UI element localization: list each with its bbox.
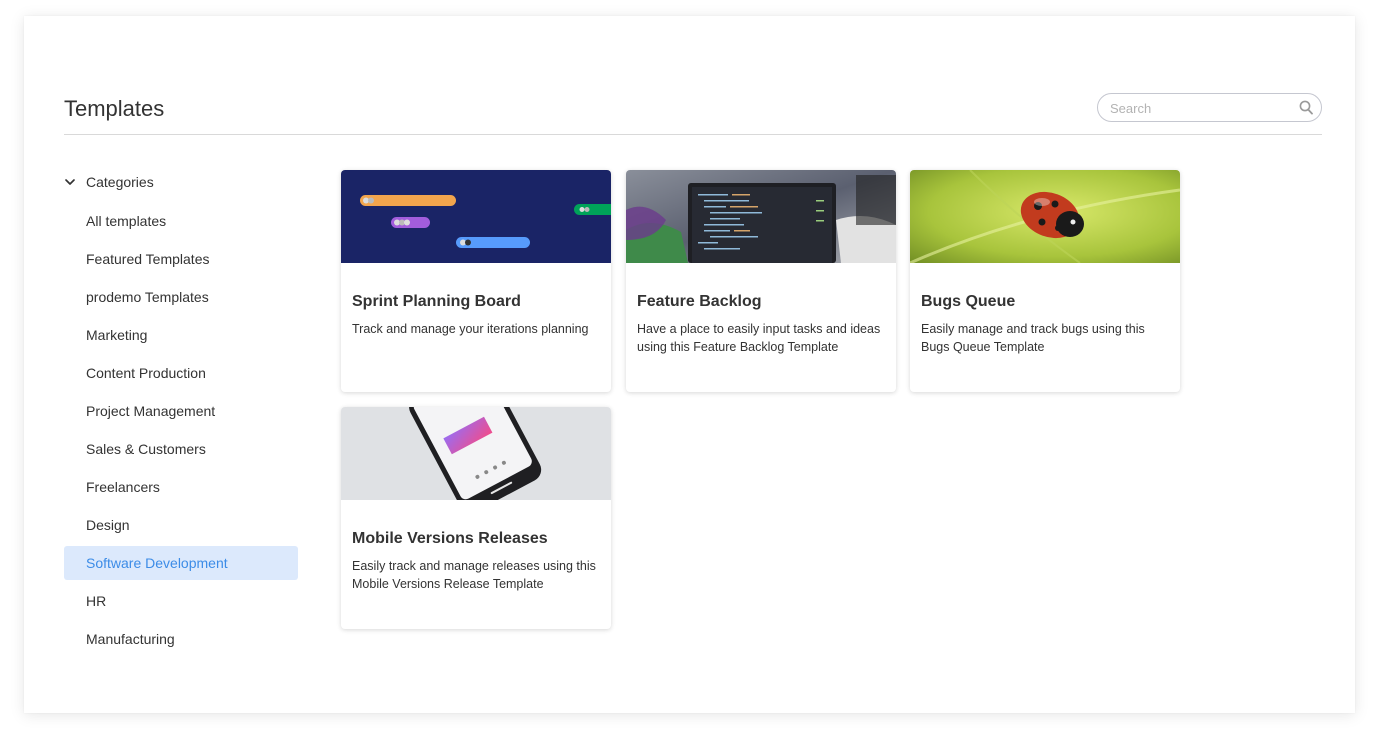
categories-sidebar: Categories All templates Featured Templa…	[64, 164, 298, 656]
templates-panel: Templates Categories All templates Featu…	[24, 16, 1355, 713]
sidebar-item-sales-customers[interactable]: Sales & Customers	[64, 432, 298, 466]
sidebar-item-marketing[interactable]: Marketing	[64, 318, 298, 352]
search-icon[interactable]	[1299, 100, 1313, 115]
categories-label: Categories	[86, 174, 154, 190]
ladybug-photo	[910, 170, 1180, 263]
card-title: Sprint Planning Board	[352, 293, 521, 310]
card-description: Have a place to easily input tasks and i…	[637, 322, 881, 354]
categories-toggle[interactable]: Categories	[64, 164, 298, 200]
template-card-sprint-planning[interactable]: Sprint Planning Board Track and manage y…	[341, 170, 611, 392]
sidebar-item-software-development[interactable]: Software Development	[64, 546, 298, 580]
templates-header: Templates	[64, 92, 1322, 135]
card-description: Easily track and manage releases using t…	[352, 559, 596, 591]
chevron-down-icon[interactable]	[64, 177, 76, 187]
search-box[interactable]	[1097, 93, 1322, 122]
card-title: Feature Backlog	[637, 293, 762, 310]
card-title: Mobile Versions Releases	[352, 530, 548, 547]
sidebar-item-project-management[interactable]: Project Management	[64, 394, 298, 428]
sidebar-item-design[interactable]: Design	[64, 508, 298, 542]
laptop-code-photo	[626, 170, 896, 263]
sidebar-item-freelancers[interactable]: Freelancers	[64, 470, 298, 504]
template-card-bugs-queue[interactable]: Bugs Queue Easily manage and track bugs …	[910, 170, 1180, 392]
template-card-feature-backlog[interactable]: Feature Backlog Have a place to easily i…	[626, 170, 896, 392]
sidebar-item-hr[interactable]: HR	[64, 584, 298, 618]
sidebar-item-content-production[interactable]: Content Production	[64, 356, 298, 390]
smartphone-photo	[341, 407, 611, 500]
page-title: Templates	[64, 96, 165, 121]
sidebar-item-manufacturing[interactable]: Manufacturing	[64, 622, 298, 656]
search-input[interactable]	[1110, 99, 1290, 117]
sidebar-item-all-templates[interactable]: All templates	[64, 204, 298, 238]
sidebar-item-featured-templates[interactable]: Featured Templates	[64, 242, 298, 276]
timeline-board-preview	[341, 170, 611, 263]
template-card-mobile-versions[interactable]: Mobile Versions Releases Easily track an…	[341, 407, 611, 629]
card-description: Easily manage and track bugs using this …	[921, 322, 1145, 354]
sidebar-item-prodemo-templates[interactable]: prodemo Templates	[64, 280, 298, 314]
card-description: Track and manage your iterations plannin…	[352, 322, 589, 336]
card-title: Bugs Queue	[921, 293, 1016, 310]
